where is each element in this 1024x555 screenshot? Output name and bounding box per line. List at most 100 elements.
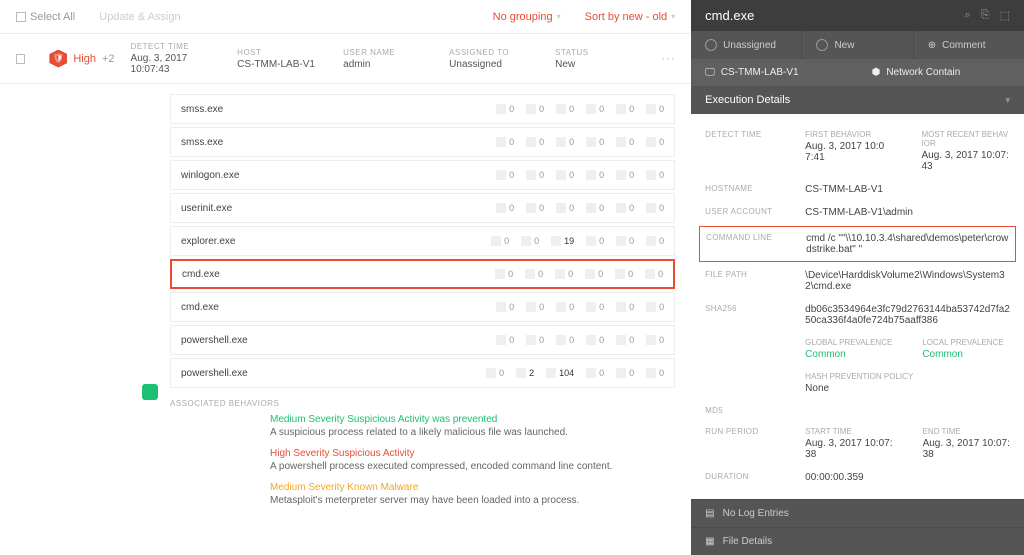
stat-item: 0 bbox=[556, 137, 574, 147]
stat-item: 0 bbox=[556, 302, 574, 312]
stat-item: 0 bbox=[496, 137, 514, 147]
stat-item: 0 bbox=[526, 104, 544, 114]
process-name: userinit.exe bbox=[181, 203, 496, 214]
copy-icon[interactable]: ⎘ bbox=[981, 9, 990, 22]
stat-item: 0 bbox=[556, 104, 574, 114]
row-checkbox[interactable] bbox=[16, 54, 25, 64]
process-name: explorer.exe bbox=[181, 236, 491, 247]
process-name: powershell.exe bbox=[181, 335, 496, 346]
assoc-behaviors-label: ASSOCIATED BEHAVIORS bbox=[170, 399, 675, 408]
process-name: cmd.exe bbox=[181, 302, 496, 313]
stat-item: 0 bbox=[526, 170, 544, 180]
stat-item: 0 bbox=[521, 236, 539, 246]
stat-item: 0 bbox=[646, 137, 664, 147]
chevron-down-icon: ▾ bbox=[1005, 95, 1010, 106]
log-icon: ▤ bbox=[705, 508, 714, 519]
stat-item: 0 bbox=[526, 203, 544, 213]
comment-cell[interactable]: ⊕Comment bbox=[914, 31, 1024, 59]
behavior-desc: A suspicious process related to a likely… bbox=[270, 427, 675, 438]
severity-label: High bbox=[73, 53, 96, 65]
chevron-down-icon: ▾ bbox=[671, 12, 675, 21]
stat-item: 0 bbox=[486, 368, 504, 378]
panel-title: cmd.exe bbox=[705, 8, 964, 23]
stat-item: 0 bbox=[491, 236, 509, 246]
stat-item: 0 bbox=[645, 269, 663, 279]
stat-item: 0 bbox=[646, 335, 664, 345]
behavior-item[interactable]: Medium Severity Known MalwareMetasploit'… bbox=[270, 482, 675, 506]
sort-dropdown[interactable]: Sort by new - old▾ bbox=[577, 7, 684, 27]
process-name: powershell.exe bbox=[181, 368, 486, 379]
process-row[interactable]: powershell.exe000000 bbox=[170, 325, 675, 355]
more-menu[interactable]: ⋯ bbox=[661, 50, 675, 67]
host-cell[interactable]: 🖵CS-TMM-LAB-V1 bbox=[691, 59, 857, 86]
stat-item: 0 bbox=[556, 203, 574, 213]
stat-item: 0 bbox=[616, 203, 634, 213]
stat-item: 0 bbox=[496, 104, 514, 114]
stat-item: 0 bbox=[525, 269, 543, 279]
status-icon bbox=[816, 39, 828, 51]
stat-item: 0 bbox=[586, 203, 604, 213]
stat-item: 0 bbox=[556, 170, 574, 180]
stat-item: 0 bbox=[586, 368, 604, 378]
process-row[interactable]: cmd.exe000000 bbox=[170, 292, 675, 322]
user-icon bbox=[705, 39, 717, 51]
stat-item: 0 bbox=[616, 302, 634, 312]
exec-details-header[interactable]: Execution Details▾ bbox=[691, 86, 1024, 114]
stat-item: 0 bbox=[616, 236, 634, 246]
stat-item: 0 bbox=[526, 335, 544, 345]
status-cell[interactable]: New bbox=[802, 31, 913, 59]
stat-item: 0 bbox=[586, 104, 604, 114]
contain-cell[interactable]: ⬢Network Contain bbox=[858, 59, 1024, 86]
stat-item: 0 bbox=[646, 170, 664, 180]
monitor-icon: 🖵 bbox=[705, 67, 715, 78]
checkbox-icon bbox=[16, 12, 26, 22]
stat-item: 0 bbox=[646, 302, 664, 312]
process-row[interactable]: powershell.exe02104000 bbox=[170, 358, 675, 388]
hierarchy-icon[interactable]: ⬚ bbox=[1000, 9, 1010, 22]
stat-item: 0 bbox=[556, 335, 574, 345]
extra-count: +2 bbox=[102, 53, 115, 65]
stat-item: 0 bbox=[496, 335, 514, 345]
behavior-item[interactable]: Medium Severity Suspicious Activity was … bbox=[270, 414, 675, 438]
assign-cell[interactable]: Unassigned bbox=[691, 31, 802, 59]
behavior-desc: A powershell process executed compressed… bbox=[270, 461, 675, 472]
stat-item: 0 bbox=[526, 137, 544, 147]
process-name: cmd.exe bbox=[182, 269, 495, 280]
stat-item: 0 bbox=[646, 104, 664, 114]
stat-item: 0 bbox=[526, 302, 544, 312]
stat-item: 0 bbox=[646, 368, 664, 378]
stat-item: 104 bbox=[546, 368, 574, 378]
stat-item: 0 bbox=[496, 170, 514, 180]
chevron-down-icon: ▾ bbox=[557, 12, 561, 21]
stat-item: 0 bbox=[646, 203, 664, 213]
process-row[interactable]: smss.exe000000 bbox=[170, 127, 675, 157]
no-log-entries[interactable]: ▤No Log Entries bbox=[691, 499, 1024, 527]
stat-item: 0 bbox=[585, 269, 603, 279]
behavior-item[interactable]: High Severity Suspicious ActivityA power… bbox=[270, 448, 675, 472]
search-icon[interactable]: ⌕ bbox=[965, 9, 971, 22]
process-name: smss.exe bbox=[181, 137, 496, 148]
update-assign-button[interactable]: Update & Assign bbox=[91, 7, 188, 27]
select-all-button[interactable]: Select All bbox=[8, 7, 83, 27]
stat-item: 0 bbox=[646, 236, 664, 246]
process-row[interactable]: smss.exe000000 bbox=[170, 94, 675, 124]
behavior-title: Medium Severity Known Malware bbox=[270, 482, 675, 493]
process-row[interactable]: userinit.exe000000 bbox=[170, 193, 675, 223]
stat-item: 0 bbox=[586, 302, 604, 312]
severity-badge-icon: 🛡 bbox=[49, 50, 67, 68]
grouping-dropdown[interactable]: No grouping▾ bbox=[485, 7, 569, 27]
process-name: winlogon.exe bbox=[181, 170, 496, 181]
process-row[interactable]: explorer.exe0019000 bbox=[170, 226, 675, 256]
stat-item: 0 bbox=[586, 335, 604, 345]
stat-item: 0 bbox=[586, 236, 604, 246]
stat-item: 0 bbox=[496, 203, 514, 213]
process-row[interactable]: cmd.exe000000 bbox=[170, 259, 675, 289]
file-icon: ▦ bbox=[705, 536, 714, 547]
process-row[interactable]: winlogon.exe000000 bbox=[170, 160, 675, 190]
stat-item: 0 bbox=[496, 302, 514, 312]
process-name: smss.exe bbox=[181, 104, 496, 115]
plus-icon: ⊕ bbox=[928, 40, 936, 51]
behavior-title: Medium Severity Suspicious Activity was … bbox=[270, 414, 675, 425]
file-details[interactable]: ▦File Details bbox=[691, 527, 1024, 555]
stat-item: 0 bbox=[586, 170, 604, 180]
